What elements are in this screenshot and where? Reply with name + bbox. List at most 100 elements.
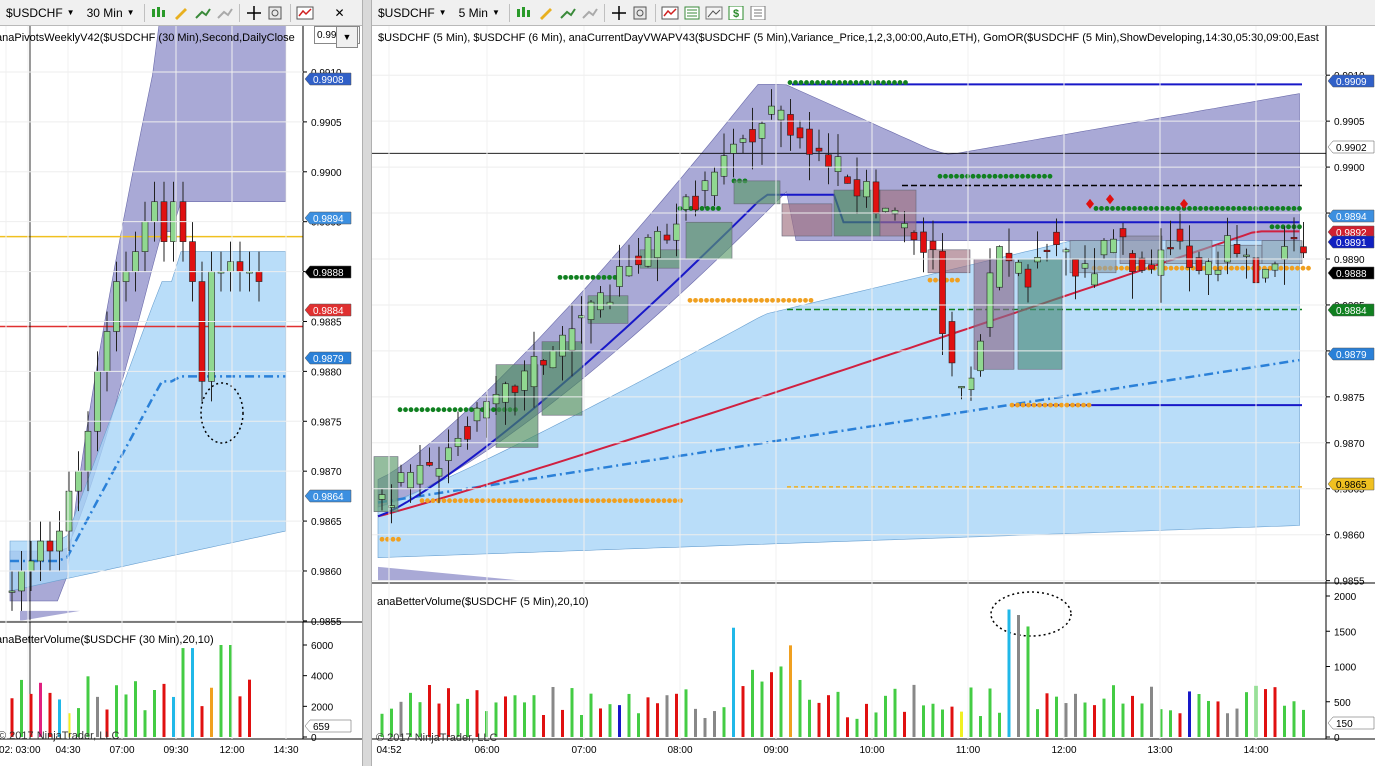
green-dot xyxy=(710,206,716,211)
orange-dot xyxy=(797,297,803,303)
green-dot xyxy=(1275,224,1280,230)
left-period-selector[interactable]: 30 Min ▼ xyxy=(81,3,141,23)
volume-bar xyxy=(960,711,963,737)
remove-indicator-icon[interactable] xyxy=(580,3,600,23)
green-dot xyxy=(853,80,859,85)
left-chart-panel[interactable]: 0.99100.99050.99000.98950.98900.98850.98… xyxy=(0,26,362,766)
volume-bar xyxy=(1112,685,1115,737)
price-candle xyxy=(948,321,956,364)
volume-tick-label: 6000 xyxy=(311,641,334,652)
volume-bar xyxy=(893,688,897,737)
volume-bar xyxy=(703,717,707,737)
right-volume-title: anaBetterVolume($USDCHF (5 Min),20,10) xyxy=(377,596,589,608)
panel-divider[interactable] xyxy=(362,0,372,766)
orange-dot xyxy=(606,498,612,504)
properties-icon[interactable] xyxy=(748,3,768,23)
price-candle xyxy=(198,281,206,382)
price-candle xyxy=(853,179,861,197)
price-tick-label: 0.9855 xyxy=(1334,577,1365,588)
bottom-band-area xyxy=(378,566,522,581)
volume-bar xyxy=(627,693,631,737)
bar-type-icon[interactable] xyxy=(514,3,534,23)
toolbar-separator xyxy=(654,3,656,22)
price-candle xyxy=(1072,259,1079,277)
right-chart-canvas[interactable]: 0.99100.99050.99000.98950.98900.98850.98… xyxy=(372,26,1375,766)
time-label: 12:00 xyxy=(1051,745,1076,756)
volume-tick-label: 0 xyxy=(1334,733,1340,744)
green-dot xyxy=(1247,206,1253,211)
left-copyright: © 2017 NinjaTrader, LLC xyxy=(0,730,120,742)
green-dot xyxy=(1104,206,1110,211)
add-indicator-icon[interactable] xyxy=(193,3,213,23)
green-dot xyxy=(1031,173,1036,179)
chevron-down-icon: ▼ xyxy=(66,7,75,17)
volume-tick-label: 2000 xyxy=(311,702,334,713)
orange-dot xyxy=(1229,265,1234,271)
green-dot xyxy=(903,80,908,85)
crosshair-icon[interactable] xyxy=(609,3,629,23)
orange-dot xyxy=(513,498,518,504)
range-box xyxy=(781,203,833,237)
chevron-down-icon: ▼ xyxy=(126,7,135,17)
green-dot xyxy=(998,173,1003,179)
orange-dot xyxy=(650,498,656,504)
volume-bar xyxy=(532,695,536,737)
add-indicator-icon[interactable] xyxy=(558,3,578,23)
green-dot xyxy=(1286,206,1291,211)
green-dot xyxy=(1187,206,1192,211)
chart-properties-icon[interactable] xyxy=(295,3,315,23)
price-candle xyxy=(844,176,851,184)
orange-dot xyxy=(447,498,452,504)
green-dot xyxy=(1203,206,1209,211)
green-dot xyxy=(590,274,596,280)
pencil-icon[interactable] xyxy=(171,3,191,23)
data-box-icon[interactable] xyxy=(682,3,702,23)
price-tag: 0.9865 xyxy=(1336,480,1367,491)
volume-bar xyxy=(1083,702,1087,737)
volume-tick-label: 0 xyxy=(311,733,317,744)
volume-bar xyxy=(20,679,23,737)
orange-dot xyxy=(1081,402,1086,408)
volume-bar xyxy=(979,716,982,737)
green-dot xyxy=(804,80,809,85)
orange-dot xyxy=(535,498,540,504)
price-candle xyxy=(635,255,642,266)
right-period-selector[interactable]: 5 Min ▼ xyxy=(453,3,506,23)
left-top-dropdown-button[interactable]: ▼ xyxy=(336,26,358,48)
chart-style-icon[interactable] xyxy=(704,3,724,23)
volume-bar xyxy=(865,703,868,737)
time-label: 14:30 xyxy=(273,745,298,756)
orange-dot xyxy=(1053,402,1059,408)
price-candle xyxy=(1119,228,1127,238)
green-dot xyxy=(976,173,981,179)
orange-dot xyxy=(491,498,496,504)
remove-indicator-icon[interactable] xyxy=(215,3,235,23)
volume-bar xyxy=(789,645,792,737)
price-tag: 0.9891 xyxy=(1336,238,1367,249)
price-candle xyxy=(920,231,927,253)
right-chart-panel[interactable]: 0.99100.99050.99000.98950.98900.98850.98… xyxy=(372,26,1375,766)
orange-dot xyxy=(452,498,458,504)
left-chart-canvas[interactable]: 0.99100.99050.99000.98950.98900.98850.98… xyxy=(0,26,362,766)
left-symbol-selector[interactable]: $USDCHF ▼ xyxy=(0,3,81,23)
pencil-icon[interactable] xyxy=(536,3,556,23)
green-dot xyxy=(1042,173,1047,179)
right-symbol-selector[interactable]: $USDCHF ▼ xyxy=(372,3,453,23)
chart-properties-icon[interactable] xyxy=(660,3,680,23)
zoom-icon[interactable] xyxy=(266,3,286,23)
dollar-icon[interactable]: $ xyxy=(726,3,746,23)
orange-dot xyxy=(645,498,650,504)
price-candle xyxy=(910,232,918,241)
volume-bar xyxy=(39,682,42,737)
bar-type-icon[interactable] xyxy=(149,3,169,23)
close-icon[interactable]: ✕ xyxy=(330,3,350,23)
orange-dot xyxy=(742,297,748,303)
price-candle xyxy=(84,430,92,472)
volume-bar xyxy=(134,681,137,737)
price-candle xyxy=(189,241,196,282)
zoom-icon[interactable] xyxy=(631,3,651,23)
green-dot xyxy=(954,173,959,179)
crosshair-icon[interactable] xyxy=(244,3,264,23)
volume-bar xyxy=(713,711,716,737)
price-tag: 0.9909 xyxy=(1336,77,1367,88)
